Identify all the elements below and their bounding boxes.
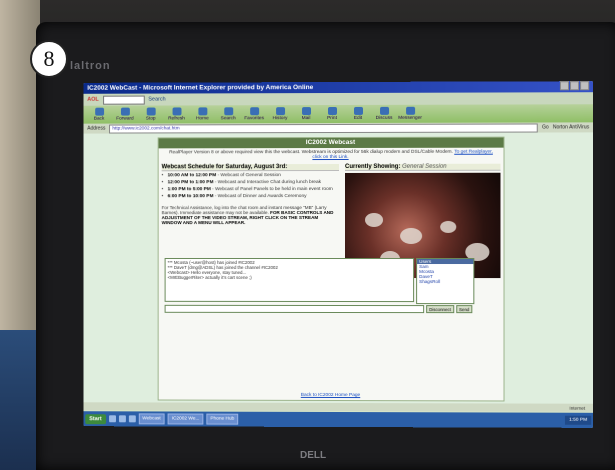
- toolbar-mail-button[interactable]: Mail: [296, 107, 316, 121]
- maximize-button[interactable]: [570, 81, 579, 90]
- chat-message-input[interactable]: [165, 305, 425, 313]
- tech-assistance-text: For Technical Assistance, log into the c…: [162, 205, 339, 225]
- notice-text: RealPlayer Version 8 or above required v…: [169, 150, 453, 156]
- browser-toolbar: Back Forward Stop Refresh Home Search Fa…: [83, 104, 593, 123]
- photo-number-badge: 8: [30, 40, 68, 78]
- window-title: IC2002 WebCast - Microsoft Internet Expl…: [87, 84, 313, 92]
- quicklaunch-icon[interactable]: [118, 415, 125, 422]
- background-object: [0, 330, 36, 470]
- go-button[interactable]: Go: [542, 124, 549, 130]
- schedule-item: 1:00 PM to 5:00 PM - Webcast of Panel Pa…: [162, 187, 339, 192]
- start-button[interactable]: Start: [85, 414, 105, 424]
- page-viewport: IC2002 Webcast RealPlayer Version 8 or a…: [83, 132, 593, 403]
- schedule-title: Webcast Schedule for Saturday, August 3r…: [162, 164, 339, 171]
- toolbar-stop-button[interactable]: Stop: [141, 108, 161, 122]
- taskbar-item[interactable]: IC2002 We...: [168, 413, 204, 424]
- back-home-link[interactable]: Back to IC2002 Home Page: [159, 393, 504, 399]
- edit-icon: [354, 107, 363, 115]
- chat-line: <MrEBuggerRiter> actually it's cart scen…: [168, 275, 412, 280]
- toolbar-home-button[interactable]: Home: [192, 107, 212, 121]
- toolbar-refresh-button[interactable]: Refresh: [167, 107, 187, 121]
- quicklaunch-icon[interactable]: [128, 415, 135, 422]
- forward-icon: [120, 108, 129, 116]
- windows-taskbar: Start Webcast IC2002 We... Phone Hub 1:5…: [83, 411, 593, 428]
- toolbar-edit-button[interactable]: Edit: [348, 107, 368, 121]
- toolbar-search-button[interactable]: Search: [218, 107, 238, 121]
- address-input[interactable]: http://www.ic2002.com/chat.htm: [109, 123, 538, 133]
- user-list-item[interactable]: ShagsRoll: [417, 279, 473, 284]
- schedule-list: 10:00 AM to 12:00 PM - Webcast of Genera…: [162, 173, 339, 199]
- stop-icon: [146, 108, 155, 116]
- aol-search-input[interactable]: [103, 95, 145, 104]
- toolbar-forward-button[interactable]: Forward: [115, 108, 135, 122]
- monitor-brand: laltron: [70, 60, 111, 72]
- address-label: Address: [87, 126, 105, 132]
- page-title: IC2002 Webcast: [159, 138, 504, 149]
- audience-figure: [440, 221, 456, 233]
- chat-log[interactable]: *** Mcosta (~user@host) has joined #IC20…: [165, 258, 414, 302]
- user-list[interactable]: Users Sam Mcosta DaveT ShagsRoll: [416, 258, 474, 304]
- schedule-item: 6:00 PM to 10:00 PM - Webcast of Dinner …: [162, 194, 339, 199]
- refresh-icon: [172, 107, 181, 115]
- back-icon: [95, 108, 104, 116]
- minimize-button[interactable]: [560, 81, 569, 90]
- search-icon: [224, 107, 233, 115]
- send-button[interactable]: Send: [456, 305, 472, 313]
- status-bar: Internet: [83, 402, 593, 412]
- currently-showing: Currently Showing: General Session: [345, 164, 500, 171]
- quicklaunch-icon[interactable]: [109, 415, 116, 422]
- system-tray-clock: 1:50 PM: [565, 416, 591, 425]
- toolbar-favorites-button[interactable]: Favorites: [244, 107, 264, 121]
- chat-input-row: Disconnect Send: [165, 305, 473, 313]
- print-icon: [328, 107, 337, 115]
- close-button[interactable]: [580, 81, 589, 90]
- realplayer-notice: RealPlayer Version 8 or above required v…: [159, 148, 504, 163]
- discuss-icon: [380, 107, 389, 115]
- monitor-screen: IC2002 WebCast - Microsoft Internet Expl…: [83, 81, 593, 428]
- status-zone: Internet: [569, 405, 585, 410]
- favorites-icon: [250, 107, 259, 115]
- webcast-page: IC2002 Webcast RealPlayer Version 8 or a…: [158, 137, 505, 402]
- audience-figure: [365, 213, 383, 227]
- messenger-icon: [406, 107, 415, 115]
- schedule-item: 12:00 PM to 1:00 PM - Webcast and Intera…: [162, 180, 339, 185]
- history-icon: [276, 107, 285, 115]
- aol-logo-icon[interactable]: AOL: [87, 97, 99, 103]
- toolbar-print-button[interactable]: Print: [322, 107, 342, 121]
- links-button[interactable]: Norton AntiVirus: [553, 124, 589, 130]
- toolbar-discuss-button[interactable]: Discuss: [374, 107, 394, 121]
- schedule-item: 10:00 AM to 12:00 PM - Webcast of Genera…: [162, 173, 339, 178]
- chat-panel: *** Mcosta (~user@host) has joined #IC20…: [159, 258, 504, 318]
- disconnect-button[interactable]: Disconnect: [426, 305, 454, 313]
- audience-figure: [400, 228, 422, 244]
- mail-icon: [302, 107, 311, 115]
- taskbar-item[interactable]: Webcast: [138, 413, 164, 424]
- toolbar-messenger-button[interactable]: Messenger: [400, 107, 420, 121]
- toolbar-back-button[interactable]: Back: [89, 108, 109, 122]
- window-controls: [559, 81, 589, 92]
- aol-search-button[interactable]: Search: [148, 97, 165, 103]
- taskbar-item[interactable]: Phone Hub: [206, 414, 238, 425]
- monitor-bottom-brand: DELL: [300, 450, 326, 461]
- toolbar-history-button[interactable]: History: [270, 107, 290, 121]
- home-icon: [198, 107, 207, 115]
